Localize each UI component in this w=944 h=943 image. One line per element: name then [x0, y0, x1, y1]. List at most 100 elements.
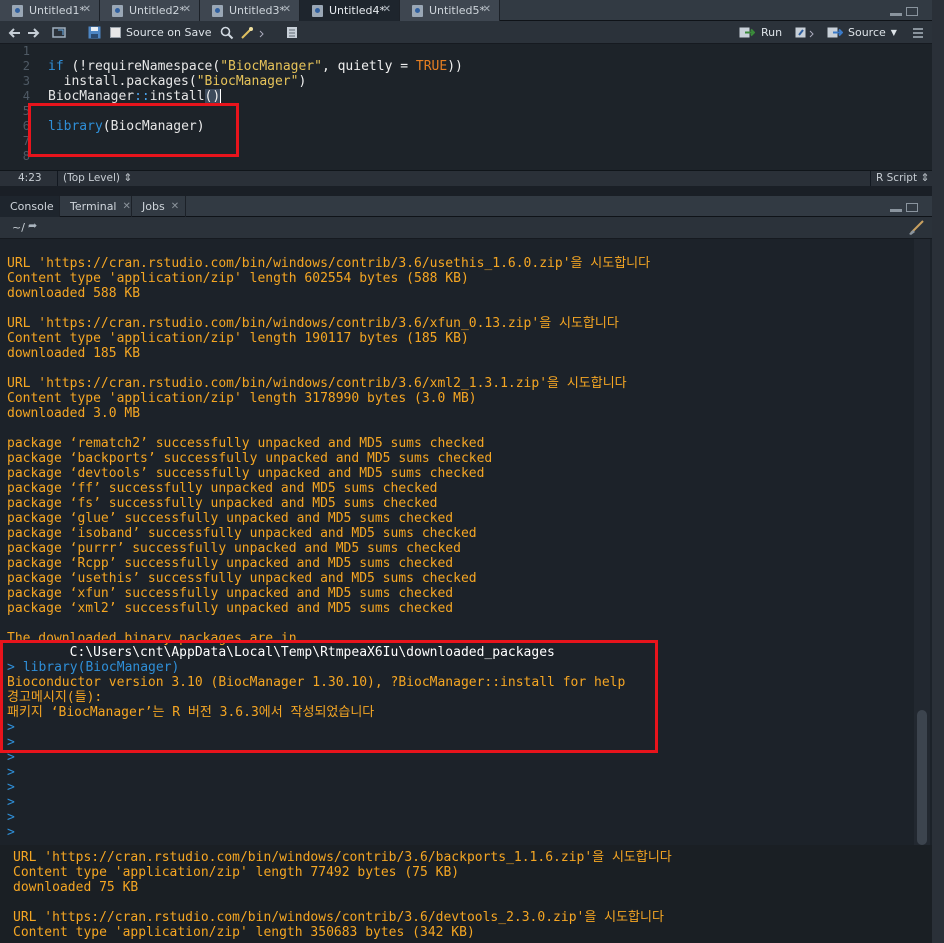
source-label: Source	[848, 26, 886, 39]
line-number: 2	[22, 59, 30, 73]
console-line: package ‘ff’ successfully unpacked and M…	[7, 481, 438, 496]
code-line: if (!requireNamespace("BiocManager", qui…	[48, 59, 463, 74]
overlay-console-output: URL 'https://cran.rstudio.com/bin/window…	[0, 845, 932, 943]
console-prompt: >	[7, 810, 15, 825]
editor-tab-bar: Untitled1* ✕ Untitled2* ✕ Untitled3* ✕ Unti…	[0, 0, 932, 21]
menu-icon[interactable]	[912, 21, 924, 44]
console-line: downloaded 588 KB	[7, 286, 141, 301]
line-number: 3	[22, 74, 30, 88]
close-icon[interactable]: ✕	[383, 4, 391, 15]
console-line: downloaded 185 KB	[7, 346, 141, 361]
tab-label: Untitled5*	[429, 4, 486, 17]
editor-tab-untitled4[interactable]: Untitled4* ✕	[300, 0, 400, 21]
tab-jobs[interactable]: Jobs ✕	[132, 196, 186, 217]
console-scrollbar-thumb[interactable]	[917, 710, 927, 845]
rerun-icon[interactable]	[795, 21, 819, 44]
console-line: URL 'https://cran.rstudio.com/bin/window…	[7, 376, 627, 391]
line-number: 5	[22, 104, 30, 118]
highlight-box-console-result	[0, 640, 658, 753]
editor-window-controls	[890, 7, 918, 16]
console-line: package ‘isoband’ successfully unpacked …	[7, 526, 477, 541]
console-line: package ‘glue’ successfully unpacked and…	[7, 511, 454, 526]
close-icon[interactable]: ✕	[483, 4, 491, 15]
line-number: 8	[22, 149, 30, 163]
close-icon[interactable]: ✕	[171, 201, 179, 212]
source-icon	[827, 27, 843, 38]
tab-label: Console	[10, 200, 54, 213]
close-icon[interactable]: ✕	[83, 4, 91, 15]
r-file-icon	[312, 4, 323, 17]
console-line: package ‘fs’ successfully unpacked and M…	[7, 496, 438, 511]
console-line: package ‘xml2’ successfully unpacked and…	[7, 601, 454, 616]
close-icon[interactable]: ✕	[123, 201, 131, 212]
close-icon[interactable]: ✕	[183, 4, 191, 15]
close-icon[interactable]: ✕	[283, 4, 291, 15]
chevron-down-icon[interactable]: ▼	[891, 28, 897, 37]
save-icon[interactable]	[88, 21, 101, 44]
console-line: Content type 'application/zip' length 31…	[7, 391, 477, 406]
cursor-position: 4:23	[18, 172, 42, 184]
source-on-save-toggle[interactable]: Source on Save	[110, 21, 211, 44]
r-file-icon	[112, 4, 123, 17]
console-window-controls	[890, 203, 918, 212]
editor-tab-untitled5[interactable]: Untitled5* ✕	[400, 0, 500, 21]
run-icon	[739, 27, 755, 38]
r-file-icon	[12, 4, 23, 17]
console-path-bar: ~/ ➦	[0, 217, 932, 239]
overlay-console-line: URL 'https://cran.rstudio.com/bin/window…	[13, 910, 664, 925]
run-label: Run	[761, 26, 783, 39]
scope-label: (Top Level)	[63, 172, 120, 184]
console-prompt: >	[7, 780, 15, 795]
pane-splitter[interactable]	[0, 186, 932, 196]
search-icon[interactable]	[220, 21, 234, 44]
tab-label: Terminal	[70, 200, 117, 213]
compile-report-icon[interactable]	[286, 21, 298, 44]
line-number: 6	[22, 119, 30, 133]
highlight-box-library-call	[28, 103, 239, 157]
tab-terminal[interactable]: Terminal ✕	[60, 196, 132, 217]
console-line: Content type 'application/zip' length 19…	[7, 331, 469, 346]
console-output[interactable]: URL 'https://cran.rstudio.com/bin/window…	[0, 239, 932, 845]
line-number: 4	[22, 89, 30, 103]
code-tools-icon[interactable]	[240, 21, 266, 44]
back-icon[interactable]	[8, 21, 22, 44]
line-number: 1	[22, 44, 30, 58]
console-line: URL 'https://cran.rstudio.com/bin/window…	[7, 256, 651, 271]
maximize-icon[interactable]	[906, 203, 918, 212]
editor-tab-untitled3[interactable]: Untitled3* ✕	[200, 0, 300, 21]
source-on-save-checkbox[interactable]	[110, 27, 121, 38]
tab-label: Untitled3*	[229, 4, 286, 17]
editor-tab-untitled2[interactable]: Untitled2* ✕	[100, 0, 200, 21]
console-line: package ‘xfun’ successfully unpacked and…	[7, 586, 454, 601]
console-line: package ‘usethis’ successfully unpacked …	[7, 571, 477, 586]
tab-console[interactable]: Console	[0, 196, 60, 217]
editor-tab-untitled1[interactable]: Untitled1* ✕	[0, 0, 100, 21]
go-to-directory-icon[interactable]: ➦	[28, 219, 37, 232]
console-line: downloaded 3.0 MB	[7, 406, 141, 421]
scope-selector[interactable]: (Top Level) ⇕	[63, 172, 132, 184]
overlay-console-line: downloaded 75 KB	[13, 880, 139, 895]
overlay-console-line: Content type 'application/zip' length 77…	[13, 865, 460, 880]
minimize-icon[interactable]	[890, 209, 902, 212]
maximize-icon[interactable]	[906, 7, 918, 16]
show-in-window-icon[interactable]	[52, 21, 66, 44]
file-type-label: R Script	[876, 172, 918, 184]
source-button[interactable]: Source ▼	[827, 21, 897, 44]
clear-console-icon[interactable]	[908, 219, 926, 238]
console-line: package ‘devtools’ successfully unpacked…	[7, 466, 485, 481]
minimize-icon[interactable]	[890, 13, 902, 16]
console-line: package ‘backports’ successfully unpacke…	[7, 451, 493, 466]
overlay-console-line: Content type 'application/zip' length 35…	[13, 925, 475, 940]
code-line: BiocManager::install()	[48, 89, 222, 104]
console-line: Content type 'application/zip' length 60…	[7, 271, 469, 286]
forward-icon[interactable]	[26, 21, 40, 44]
editor-status-bar: 4:23 (Top Level) ⇕ R Script ⇕	[0, 170, 932, 186]
r-file-icon	[212, 4, 223, 17]
console-tab-bar: Console Terminal ✕ Jobs ✕	[0, 196, 932, 217]
file-type-selector[interactable]: R Script ⇕	[876, 172, 929, 184]
console-line: package ‘purrr’ successfully unpacked an…	[7, 541, 461, 556]
run-button[interactable]: Run	[739, 21, 782, 44]
tab-label: Jobs	[142, 200, 165, 213]
window-scrollbar[interactable]	[932, 0, 944, 943]
console-prompt: >	[7, 825, 15, 840]
